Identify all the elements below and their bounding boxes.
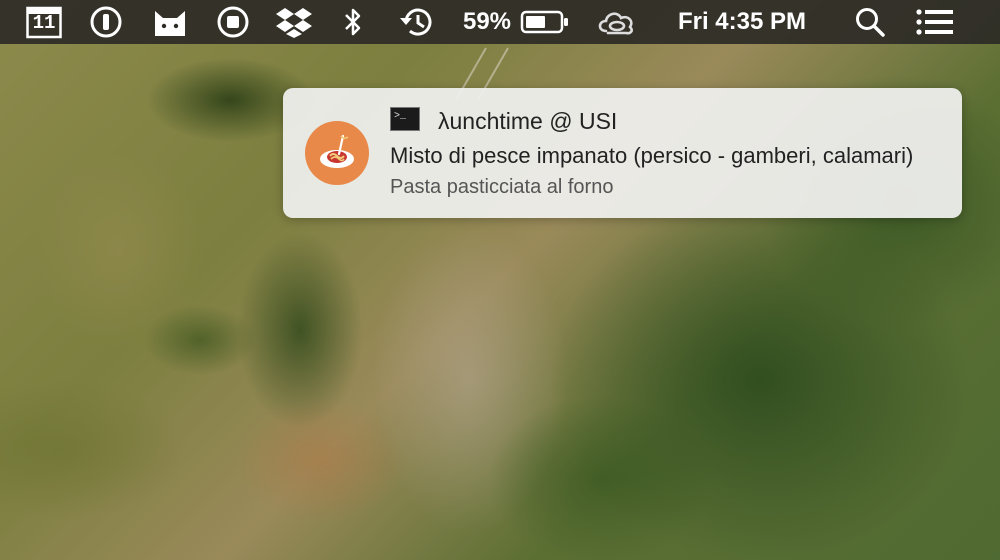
battery-percent-text: 59% bbox=[462, 8, 512, 35]
terminal-icon: >_ bbox=[390, 107, 420, 131]
notification-banner[interactable]: >_ λunchtime @ USI Misto di pesce impana… bbox=[283, 88, 962, 218]
notification-body-line-2: Pasta pasticciata al forno bbox=[390, 176, 614, 198]
spaghetti-icon bbox=[305, 121, 369, 185]
clock[interactable]: Fri 4:35 PM bbox=[662, 0, 822, 44]
time-machine-icon[interactable] bbox=[395, 0, 437, 44]
battery-percent: 59% bbox=[460, 0, 514, 44]
calendar-day: 11 bbox=[32, 12, 56, 34]
creative-cloud-icon[interactable] bbox=[595, 0, 639, 44]
notification-body-line-1: Misto di pesce impanato (persico - gambe… bbox=[390, 143, 914, 168]
record-icon[interactable] bbox=[215, 0, 251, 44]
calendar-icon[interactable]: 11 bbox=[25, 0, 63, 44]
notification-center-icon[interactable] bbox=[914, 0, 956, 44]
clock-text: Fri 4:35 PM bbox=[677, 8, 807, 35]
1password-icon[interactable] bbox=[88, 0, 124, 44]
dropbox-icon[interactable] bbox=[275, 0, 313, 44]
spotlight-search-icon[interactable] bbox=[852, 0, 888, 44]
cat-icon[interactable] bbox=[150, 0, 190, 44]
battery-icon[interactable] bbox=[520, 0, 570, 44]
desktop-wallpaper bbox=[0, 0, 1000, 560]
menu-bar: 11 59% Fri 4:35 PM bbox=[0, 0, 1000, 44]
notification-title: λunchtime @ USI bbox=[438, 108, 618, 134]
bluetooth-icon[interactable] bbox=[340, 0, 366, 44]
